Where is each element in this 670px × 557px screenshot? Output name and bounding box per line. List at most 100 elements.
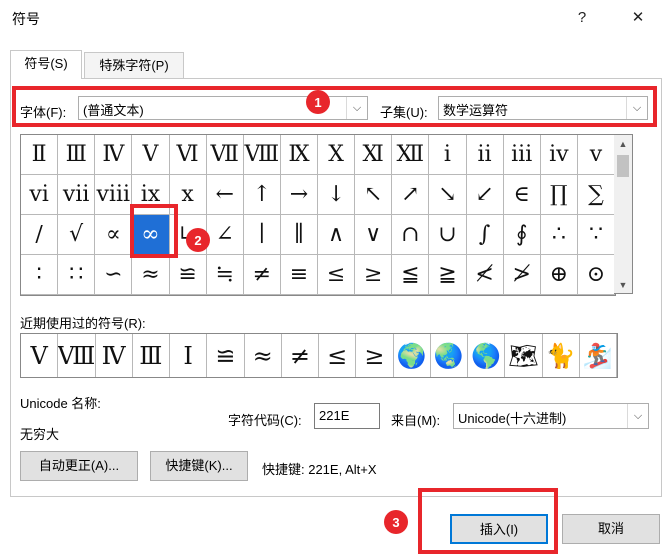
symbol-cell[interactable]: Ⅶ bbox=[206, 135, 244, 175]
annotation-badge-2: 2 bbox=[186, 228, 210, 252]
recent-symbol-cell[interactable]: 🐈 bbox=[543, 334, 580, 377]
symbol-cell[interactable]: ≧ bbox=[429, 255, 467, 295]
recent-symbol-cell[interactable]: Ⅲ bbox=[133, 334, 170, 377]
tab-special-characters[interactable]: 特殊字符(P) bbox=[84, 52, 184, 79]
scroll-down-icon[interactable]: ▼ bbox=[614, 276, 632, 293]
annotation-badge-1: 1 bbox=[306, 90, 330, 114]
recent-symbol-cell[interactable]: 🌏 bbox=[431, 334, 468, 377]
symbol-cell[interactable]: ∵ bbox=[577, 215, 615, 255]
tab-symbols-label: 符号(S) bbox=[24, 56, 68, 71]
char-code-input[interactable]: 221E bbox=[314, 403, 380, 429]
symbol-cell[interactable]: Ⅵ bbox=[169, 135, 207, 175]
recent-symbol-cell[interactable]: 🏂 bbox=[580, 334, 617, 377]
recent-symbol-cell[interactable]: Ⅳ bbox=[96, 334, 133, 377]
symbol-cell[interactable]: ⅳ bbox=[540, 135, 578, 175]
symbol-cell[interactable]: ∫ bbox=[466, 215, 504, 255]
symbol-cell[interactable]: ∝ bbox=[95, 215, 133, 255]
recent-symbol-cell[interactable]: 🗺 bbox=[505, 334, 543, 377]
symbol-cell[interactable]: Ⅸ bbox=[280, 135, 318, 175]
symbol-cell[interactable]: ∧ bbox=[318, 215, 356, 255]
from-label: 来自(M): bbox=[391, 413, 441, 428]
char-code-label: 字符代码(C): bbox=[228, 413, 302, 428]
recent-symbol-cell[interactable]: 🌎 bbox=[468, 334, 506, 377]
symbol-cell[interactable]: ⅷ bbox=[95, 175, 133, 215]
symbol-cell[interactable]: ≯ bbox=[503, 255, 541, 295]
symbol-cell[interactable]: Ⅷ bbox=[243, 135, 281, 175]
symbol-cell[interactable]: ∴ bbox=[540, 215, 578, 255]
symbol-cell[interactable]: ⅰ bbox=[429, 135, 467, 175]
symbol-cell[interactable]: ↖ bbox=[355, 175, 393, 215]
symbol-cell[interactable]: ≈ bbox=[132, 255, 170, 295]
symbol-cell[interactable]: √ bbox=[58, 215, 96, 255]
symbol-cell[interactable]: ≠ bbox=[243, 255, 281, 295]
symbol-cell[interactable]: ↗ bbox=[392, 175, 430, 215]
symbol-cell[interactable]: Ⅻ bbox=[392, 135, 430, 175]
symbol-cell[interactable]: ↙ bbox=[466, 175, 504, 215]
symbol-cell[interactable]: ≦ bbox=[392, 255, 430, 295]
symbol-cell[interactable]: ⅵ bbox=[21, 175, 59, 215]
symbol-cell[interactable]: ⅱ bbox=[466, 135, 504, 175]
unicode-name-value: 无穷大 bbox=[20, 427, 60, 442]
tab-symbols[interactable]: 符号(S) bbox=[10, 50, 82, 79]
recent-symbol-cell[interactable]: ≥ bbox=[356, 334, 394, 377]
symbol-cell[interactable]: ⊙ bbox=[577, 255, 615, 295]
symbol-cell[interactable]: ∏ bbox=[540, 175, 578, 215]
symbol-cell[interactable]: ∑ bbox=[577, 175, 615, 215]
recent-symbol-cell[interactable]: 🌍 bbox=[394, 334, 431, 377]
close-button[interactable]: ✕ bbox=[624, 6, 652, 30]
symbol-cell[interactable]: Ⅳ bbox=[95, 135, 133, 175]
symbol-cell[interactable]: ↑ bbox=[243, 175, 281, 215]
symbol-cell[interactable]: ≒ bbox=[206, 255, 244, 295]
recent-symbol-cell[interactable]: Ⅴ bbox=[21, 334, 59, 377]
help-button[interactable]: ? bbox=[568, 6, 596, 30]
symbol-cell[interactable]: ⅶ bbox=[58, 175, 96, 215]
recent-symbol-cell[interactable]: ≠ bbox=[282, 334, 319, 377]
recent-symbol-cell[interactable]: ≤ bbox=[319, 334, 357, 377]
symbol-cell[interactable]: ↓ bbox=[318, 175, 356, 215]
symbol-cell[interactable]: ⅲ bbox=[503, 135, 541, 175]
symbol-cell[interactable]: Ⅴ bbox=[132, 135, 170, 175]
shortcut-key-button[interactable]: 快捷键(K)... bbox=[150, 451, 248, 481]
symbol-cell[interactable]: ← bbox=[206, 175, 244, 215]
recent-symbol-cell[interactable]: ≈ bbox=[245, 334, 282, 377]
symbol-grid-scrollbar[interactable]: ▲ ▼ bbox=[614, 134, 633, 294]
symbol-cell[interactable]: ∶ bbox=[21, 255, 59, 295]
symbol-cell[interactable]: ∮ bbox=[503, 215, 541, 255]
unicode-name-label: Unicode 名称: bbox=[20, 396, 101, 411]
symbol-cell[interactable]: Ⅱ bbox=[21, 135, 59, 175]
from-dropdown[interactable]: Unicode(十六进制) ⌵ bbox=[453, 403, 649, 429]
symbol-cell[interactable]: ∽ bbox=[95, 255, 133, 295]
symbol-cell[interactable]: ≥ bbox=[355, 255, 393, 295]
scroll-up-icon[interactable]: ▲ bbox=[614, 135, 632, 152]
annotation-badge-3: 3 bbox=[384, 510, 408, 534]
symbol-cell[interactable]: ∥ bbox=[280, 215, 318, 255]
symbol-cell[interactable]: Ⅲ bbox=[58, 135, 96, 175]
symbol-cell[interactable]: ∠ bbox=[206, 215, 244, 255]
cancel-button[interactable]: 取消 bbox=[562, 514, 660, 544]
tab-special-characters-label: 特殊字符(P) bbox=[99, 58, 169, 73]
symbol-cell[interactable]: ∷ bbox=[58, 255, 96, 295]
symbol-cell[interactable]: ∈ bbox=[503, 175, 541, 215]
symbol-grid[interactable]: ⅡⅢⅣⅤⅥⅦⅧⅨⅩⅪⅫⅰⅱⅲⅳⅴⅵⅶⅷⅸⅹ←↑→↓↖↗↘↙∈∏∑∕√∝∞∟∠∣∥… bbox=[20, 134, 616, 296]
symbol-cell[interactable]: ↘ bbox=[429, 175, 467, 215]
symbol-cell[interactable]: Ⅹ bbox=[318, 135, 356, 175]
symbol-cell[interactable]: ≌ bbox=[169, 255, 207, 295]
symbol-cell[interactable]: ∨ bbox=[355, 215, 393, 255]
symbol-cell[interactable]: ≤ bbox=[318, 255, 356, 295]
autocorrect-button[interactable]: 自动更正(A)... bbox=[20, 451, 138, 481]
symbol-cell[interactable]: ∕ bbox=[21, 215, 59, 255]
symbol-cell[interactable]: Ⅺ bbox=[355, 135, 393, 175]
symbol-cell[interactable]: → bbox=[280, 175, 318, 215]
scroll-thumb[interactable] bbox=[617, 155, 629, 177]
symbol-cell[interactable]: ≮ bbox=[466, 255, 504, 295]
recent-symbol-cell[interactable]: Ⅰ bbox=[170, 334, 208, 377]
symbol-cell[interactable]: ≡ bbox=[280, 255, 318, 295]
symbol-cell[interactable]: ⅴ bbox=[577, 135, 615, 175]
recent-symbols-grid[interactable]: Ⅴ Ⅷ Ⅳ Ⅲ Ⅰ ≌ ≈ ≠ ≤ ≥ 🌍 🌏 🌎 🗺 🐈 🏂 bbox=[20, 333, 618, 378]
recent-symbol-cell[interactable]: Ⅷ bbox=[58, 334, 96, 377]
symbol-cell[interactable]: ∣ bbox=[243, 215, 281, 255]
symbol-cell[interactable]: ⊕ bbox=[540, 255, 578, 295]
symbol-cell[interactable]: ∪ bbox=[429, 215, 467, 255]
recent-symbol-cell[interactable]: ≌ bbox=[207, 334, 245, 377]
symbol-cell[interactable]: ∩ bbox=[392, 215, 430, 255]
